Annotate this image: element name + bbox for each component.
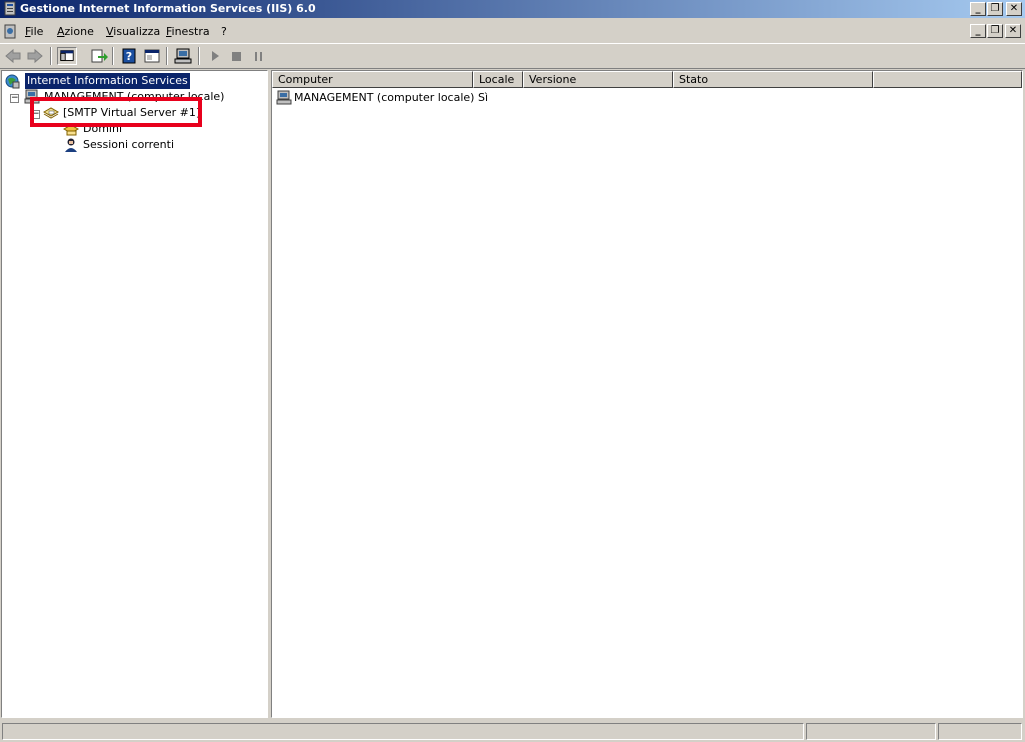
computer-icon[interactable] bbox=[173, 47, 193, 65]
menu-file[interactable]: File bbox=[25, 25, 43, 38]
status-panel-2 bbox=[806, 723, 936, 740]
menu-finestra[interactable]: Finestra bbox=[166, 25, 210, 38]
window-title: Gestione Internet Information Services (… bbox=[20, 2, 316, 15]
close-button[interactable]: ✕ bbox=[1006, 2, 1022, 16]
column-header-computer[interactable]: Computer bbox=[272, 71, 473, 88]
restore-button[interactable]: ❐ bbox=[987, 2, 1003, 16]
minimize-button[interactable]: _ bbox=[970, 2, 986, 16]
toolbar-separator bbox=[112, 47, 114, 65]
iis-root-icon bbox=[5, 74, 20, 89]
svg-text:?: ? bbox=[126, 50, 132, 63]
column-header-locale[interactable]: Locale bbox=[473, 71, 523, 88]
back-icon[interactable] bbox=[3, 47, 23, 65]
toolbar-separator bbox=[198, 47, 200, 65]
stop-icon[interactable] bbox=[227, 47, 247, 65]
menu-help[interactable]: ? bbox=[221, 25, 227, 38]
menu-bar: File Azione Visualizza Finestra ? _ ❐ ✕ bbox=[0, 22, 1025, 42]
forward-icon[interactable] bbox=[25, 47, 45, 65]
tree-label-root[interactable]: Internet Information Services bbox=[24, 72, 191, 90]
column-header-versione[interactable]: Versione bbox=[523, 71, 673, 88]
help-icon[interactable]: ? bbox=[119, 47, 139, 65]
annotation-highlight-box bbox=[30, 97, 202, 127]
cell-locale: Sì bbox=[478, 91, 489, 104]
menu-azione[interactable]: Azione bbox=[57, 25, 94, 38]
details-list-pane[interactable]: Computer Locale Versione Stato MANAGEMEN… bbox=[271, 70, 1023, 718]
toolbar: ? bbox=[0, 43, 1025, 69]
doc-restore-button[interactable]: ❐ bbox=[987, 24, 1003, 38]
status-panel-main bbox=[2, 723, 804, 740]
mmc-document-icon[interactable] bbox=[3, 24, 17, 39]
status-bar bbox=[0, 720, 1025, 742]
table-row[interactable]: MANAGEMENT (computer locale) Sì bbox=[272, 90, 1022, 106]
expander-computer[interactable]: − bbox=[10, 94, 19, 103]
iis-app-icon[interactable] bbox=[3, 1, 17, 16]
pause-icon[interactable] bbox=[249, 47, 269, 65]
column-header-empty bbox=[873, 71, 1022, 88]
properties-icon[interactable] bbox=[142, 47, 162, 65]
title-bar[interactable]: Gestione Internet Information Services (… bbox=[0, 0, 1025, 18]
toolbar-separator bbox=[166, 47, 168, 65]
cell-computer: MANAGEMENT (computer locale) bbox=[294, 91, 475, 104]
show-hide-console-tree-icon[interactable] bbox=[57, 47, 77, 65]
doc-close-button[interactable]: ✕ bbox=[1005, 24, 1021, 38]
column-header-stato[interactable]: Stato bbox=[673, 71, 873, 88]
user-session-icon bbox=[65, 138, 77, 152]
doc-minimize-button[interactable]: _ bbox=[970, 24, 986, 38]
list-header: Computer Locale Versione Stato bbox=[272, 71, 1022, 89]
export-list-icon[interactable] bbox=[89, 47, 109, 65]
status-panel-3 bbox=[938, 723, 1022, 740]
tree-label-sessions[interactable]: Sessioni correnti bbox=[83, 137, 174, 153]
toolbar-separator bbox=[50, 47, 52, 65]
menu-visualizza[interactable]: Visualizza bbox=[106, 25, 160, 38]
computer-row-icon bbox=[276, 90, 292, 105]
play-icon[interactable] bbox=[205, 47, 225, 65]
console-tree-pane[interactable]: Internet Information Services − MANAGEME… bbox=[1, 70, 268, 718]
